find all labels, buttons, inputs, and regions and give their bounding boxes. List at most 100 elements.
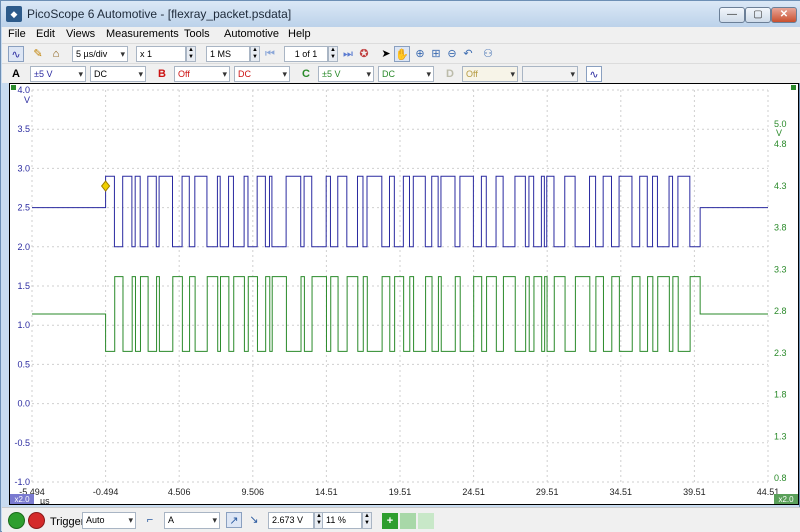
left-tick-label: -1.0 [14, 477, 30, 487]
left-axis-zoom-label: x2.0 [14, 495, 30, 504]
trigger-channel-select[interactable]: A [164, 512, 220, 529]
menu-views[interactable]: Views [66, 28, 95, 40]
left-tick-label: 2.0 [17, 242, 30, 252]
channel-b-range[interactable]: Off [174, 66, 230, 82]
x-tick-label: -0.494 [93, 487, 119, 497]
left-tick-label: 2.5 [17, 203, 30, 213]
channel-c-range[interactable]: ±5 V [318, 66, 374, 82]
right-tick-label: 1.8 [774, 390, 787, 400]
menu-measurements[interactable]: Measurements [106, 28, 179, 40]
page-stepper[interactable]: ▲ ▼ [328, 46, 338, 62]
hand-icon[interactable]: ✋ [394, 46, 410, 62]
channel-a-range[interactable]: ±5 V [30, 66, 86, 82]
x-tick-label: 19.51 [389, 487, 412, 497]
timebase-select[interactable]: 5 µs/div [72, 46, 128, 62]
x-tick-label: 9.506 [242, 487, 265, 497]
x-tick-label: 24.51 [462, 487, 485, 497]
right-axis-zoom-label: x2.0 [778, 495, 794, 504]
right-tick-label: 1.3 [774, 431, 787, 441]
capture-toolbar: ∿ ✎ ⌂ 5 µs/div x 1 ▲▼ 1 MS ▲▼ ⏮ 1 of 1 ▲… [2, 43, 800, 63]
probe-icon[interactable]: ✎ [30, 46, 46, 62]
right-tick-label: 3.8 [774, 223, 787, 233]
x-axis-unit: µs [40, 496, 50, 504]
menu-bar: File Edit Views Measurements Tools Autom… [2, 27, 800, 43]
zoom-overview-icon[interactable]: ⚇ [480, 46, 496, 62]
zoom-in-icon[interactable]: ⊕ [412, 46, 428, 62]
edit-measurement-icon[interactable] [400, 513, 416, 529]
left-tick-label: -0.5 [14, 438, 30, 448]
left-tick-label: 4.0 [17, 85, 30, 95]
falling-edge-icon[interactable]: ↘ [246, 512, 262, 528]
zoom-field[interactable]: x 1 [136, 46, 186, 62]
signal-generator-icon[interactable]: ∿ [586, 66, 602, 82]
samples-stepper[interactable]: ▲ ▼ [250, 46, 260, 62]
right-tick-label: 4.3 [774, 181, 787, 191]
x-tick-label: 14.51 [315, 487, 338, 497]
left-tick-label: 0.0 [17, 399, 30, 409]
corner-marker [11, 85, 16, 90]
trigger-threshold-field[interactable]: 2.673 V [268, 512, 314, 529]
maximize-button[interactable]: ▢ [745, 7, 771, 23]
rising-edge-icon[interactable]: ↗ [226, 512, 242, 528]
stop-capture-icon[interactable] [28, 512, 45, 529]
menu-file[interactable]: File [8, 28, 26, 40]
menu-edit[interactable]: Edit [36, 28, 55, 40]
x-tick-label: 39.51 [683, 487, 706, 497]
pointer-icon[interactable]: ➤ [378, 46, 394, 62]
minimize-button[interactable]: — [719, 7, 745, 23]
channel-d-label: D [446, 68, 454, 80]
right-tick-label: 2.8 [774, 306, 787, 316]
channel-b-label: B [158, 68, 166, 80]
channel-c-coupling[interactable]: DC [378, 66, 434, 82]
menu-tools[interactable]: Tools [184, 28, 210, 40]
left-axis-unit: V [24, 95, 30, 105]
channel-b-coupling[interactable]: DC [234, 66, 290, 82]
zoom-region-icon[interactable]: ⊞ [428, 46, 444, 62]
trigger-type-icon[interactable]: ⌐ [142, 512, 158, 528]
add-measurement-icon[interactable]: + [382, 513, 398, 529]
right-tick-label: 0.8 [774, 473, 787, 483]
left-tick-label: 1.5 [17, 281, 30, 291]
scope-chart: -5.494 -0.494 4.506 9.506 14.51 19.51 24.51 29.… [10, 85, 798, 504]
buffer-page-field[interactable]: 1 of 1 [284, 46, 328, 62]
x-tick-label: 4.506 [168, 487, 191, 497]
channel-c-label: C [302, 68, 310, 80]
menu-help[interactable]: Help [288, 28, 311, 40]
right-tick-label: 3.3 [774, 264, 787, 274]
close-button[interactable]: ✕ [771, 7, 797, 23]
x-tick-label: 29.51 [536, 487, 559, 497]
trigger-label: Trigger [50, 516, 85, 528]
picoscope-app-icon: ◆ [6, 6, 22, 22]
left-tick-label: 0.5 [17, 359, 30, 369]
channel-d-range[interactable]: Off [462, 66, 518, 82]
left-tick-label: 1.0 [17, 320, 30, 330]
zoom-stepper[interactable]: ▲ ▼ [186, 46, 196, 62]
channel-d-coupling[interactable] [522, 66, 578, 82]
samples-field[interactable]: 1 MS [206, 46, 250, 62]
trigger-mode-select[interactable]: Auto [82, 512, 136, 529]
right-tick-label: 4.8 [774, 139, 787, 149]
zoom-out-icon[interactable]: ⊖ [444, 46, 460, 62]
channel-a-label: A [12, 68, 20, 80]
menu-automotive[interactable]: Automotive [224, 28, 279, 40]
undo-zoom-icon[interactable]: ↶ [460, 46, 476, 62]
channel-toolbar: A ±5 V DC B Off DC C ±5 V DC D Off ∿ [2, 63, 800, 83]
right-tick-label: 2.3 [774, 348, 787, 358]
next-buffer-icon[interactable]: ⏭ [340, 46, 356, 62]
status-bar: Trigger Auto ⌐ A ↗ ↘ 2.673 V ▲▼ 11 % ▲▼ … [2, 507, 800, 532]
channel-a-coupling[interactable]: DC [90, 66, 146, 82]
left-tick-label: 3.5 [17, 124, 30, 134]
corner-marker [791, 85, 796, 90]
trigger-marker [100, 180, 111, 192]
scope-mode-icon[interactable]: ∿ [8, 46, 24, 62]
compass-icon[interactable]: ✪ [356, 46, 372, 62]
first-buffer-icon[interactable]: ⏮ [262, 46, 278, 62]
delete-measurement-icon[interactable] [418, 513, 434, 529]
start-capture-icon[interactable] [8, 512, 25, 529]
pre-trigger-field[interactable]: 11 % [322, 512, 362, 529]
home-icon[interactable]: ⌂ [48, 46, 64, 62]
window-title: PicoScope 6 Automotive - [flexray_packet… [27, 7, 292, 21]
left-tick-label: 3.0 [17, 163, 30, 173]
pre-trigger-stepper[interactable]: ▲ ▼ [362, 512, 372, 529]
scope-view[interactable]: -5.494 -0.494 4.506 9.506 14.51 19.51 24.51 29.… [9, 83, 799, 505]
